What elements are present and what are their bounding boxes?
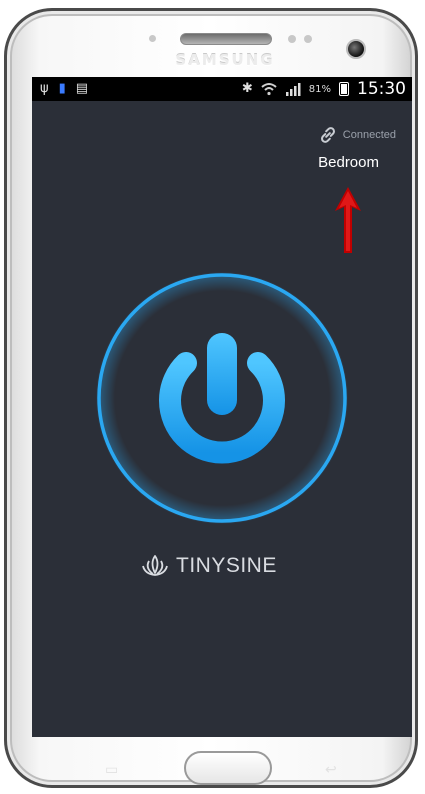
status-bar-left: ψ ▮ ▤	[40, 80, 88, 98]
app-screen: ψ ▮ ▤ ✱ 81% 15:30 Connected Bedroom TINY…	[32, 77, 412, 737]
proximity-sensor	[149, 35, 156, 42]
device-brand: SAMSUNG	[175, 51, 275, 69]
menu-key[interactable]: ▭	[105, 761, 118, 778]
light-sensor-2	[304, 35, 312, 43]
sd-card-icon: ▤	[75, 81, 89, 96]
home-button[interactable]	[184, 751, 272, 785]
usb-icon: ψ	[40, 81, 49, 96]
device-name[interactable]: Bedroom	[318, 154, 379, 171]
tinysine-logo: TINYSINE	[140, 553, 277, 579]
battery-percent: 81%	[308, 83, 331, 95]
phone-icon: ▮	[58, 81, 66, 96]
connection-status[interactable]: Connected	[317, 124, 396, 146]
link-icon	[320, 127, 335, 143]
light-sensor	[288, 35, 296, 43]
status-bar-right: ✱ 81% 15:30	[242, 79, 406, 99]
bluetooth-icon: ✱	[241, 81, 253, 96]
status-bar: ψ ▮ ▤ ✱ 81% 15:30	[32, 77, 412, 101]
battery-icon	[339, 82, 349, 96]
connection-status-label: Connected	[342, 129, 396, 141]
front-camera	[346, 39, 366, 59]
earpiece-speaker	[180, 33, 272, 45]
power-button[interactable]	[94, 271, 350, 525]
back-key[interactable]: ↩	[325, 761, 337, 778]
lotus-icon	[142, 555, 168, 576]
logo-text: TINYSINE	[176, 554, 277, 577]
wifi-icon	[261, 83, 277, 96]
annotation-arrow	[335, 187, 361, 253]
signal-icon	[285, 83, 301, 96]
status-time: 15:30	[357, 79, 406, 99]
